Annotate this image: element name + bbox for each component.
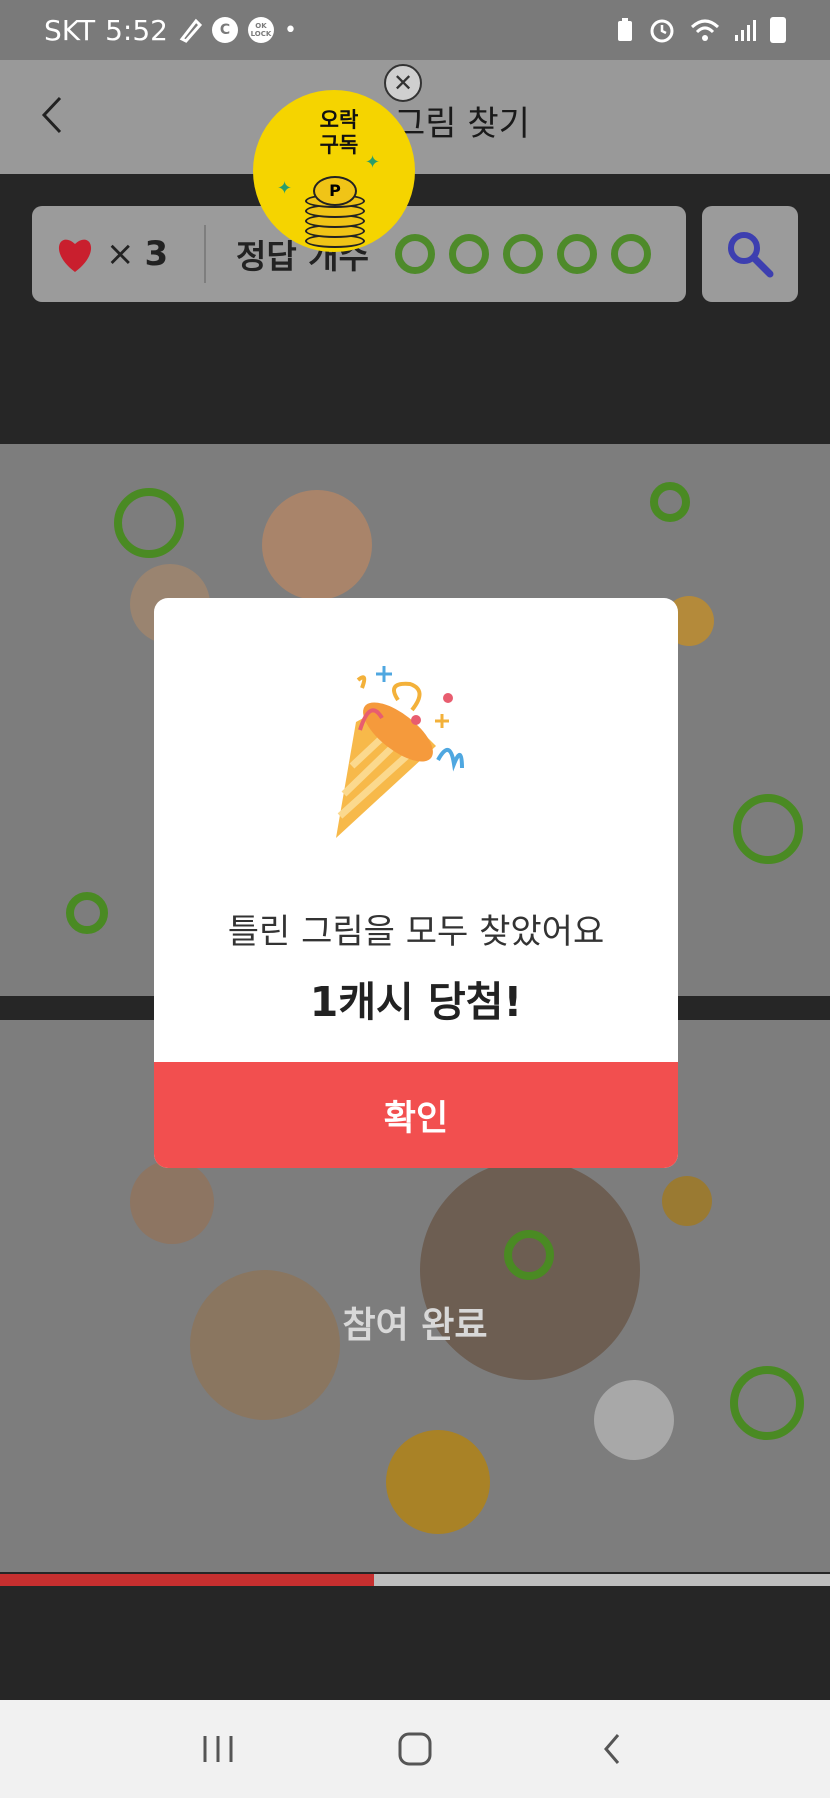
recent-apps-button[interactable] xyxy=(188,1719,248,1779)
status-bar: SKT 5:52 C OK LOCK • xyxy=(0,0,830,60)
answer-circle xyxy=(502,234,543,274)
found-marker xyxy=(650,482,690,522)
status-time: 5:52 xyxy=(105,13,168,47)
heart-icon xyxy=(58,239,92,272)
sparkle-icon: ✦ xyxy=(277,178,293,199)
oklock-icon: OK LOCK xyxy=(247,17,274,43)
answer-circle xyxy=(448,234,489,274)
found-marker xyxy=(733,794,803,864)
home-button[interactable] xyxy=(385,1719,445,1779)
found-marker xyxy=(504,1230,554,1280)
alarm-icon xyxy=(650,19,674,43)
c-circle-icon: C xyxy=(211,17,238,43)
answer-circle xyxy=(394,234,435,274)
found-marker xyxy=(66,892,108,934)
home-icon xyxy=(398,1732,432,1766)
promo-close-button[interactable]: ✕ xyxy=(384,64,422,102)
juice-glass-image xyxy=(386,1430,490,1534)
dialog-message: 틀린 그림을 모두 찾았어요 xyxy=(227,912,605,952)
chevron-left-icon xyxy=(41,96,62,134)
confirm-button[interactable]: 확인 xyxy=(154,1062,678,1168)
battery-icon xyxy=(770,17,786,43)
promo-text: 오락 구독 xyxy=(319,108,359,157)
page-title: 그림 찾기 xyxy=(394,104,530,144)
back-icon xyxy=(603,1734,619,1764)
battery-saver-icon xyxy=(618,18,632,41)
lives-count: 3 xyxy=(144,234,169,274)
recent-apps-icon xyxy=(203,1736,233,1762)
dot-icon: • xyxy=(283,17,297,43)
result-dialog: 틀린 그림을 모두 찾았어요 1캐시 당첨! 확인 xyxy=(154,598,678,1168)
dialog-prize: 1캐시 당첨! xyxy=(309,978,523,1026)
progress-fill xyxy=(0,1574,374,1586)
progress-bar xyxy=(0,1574,830,1586)
lives-multiplier: × xyxy=(106,234,135,274)
sparkle-icon: ✦ xyxy=(365,152,381,173)
carrier-label: SKT xyxy=(44,13,96,47)
back-button[interactable] xyxy=(30,90,80,140)
apricot-bowl-image xyxy=(262,490,372,600)
wifi-icon xyxy=(690,19,720,41)
toolbar-divider xyxy=(204,225,206,283)
mozzarella-bowl-image xyxy=(594,1380,674,1460)
party-popper-icon xyxy=(336,666,464,838)
close-circle-icon: ✕ xyxy=(392,69,414,97)
edit-icon xyxy=(179,18,202,43)
coin-letter: P xyxy=(313,176,357,206)
system-back-button[interactable] xyxy=(582,1719,642,1779)
answer-circles xyxy=(394,234,651,274)
hint-search-button[interactable] xyxy=(702,206,798,302)
answer-circle xyxy=(610,234,651,274)
status-left: SKT 5:52 C OK LOCK • xyxy=(44,14,297,47)
status-right xyxy=(616,16,786,44)
found-marker xyxy=(114,488,184,558)
lives: × 3 xyxy=(32,234,204,274)
completed-text: 참여 완료 xyxy=(342,1305,488,1346)
search-icon xyxy=(728,232,774,278)
system-nav-bar xyxy=(0,1700,830,1798)
answer-circle xyxy=(556,234,597,274)
signal-icon xyxy=(735,20,756,41)
found-marker xyxy=(730,1366,804,1440)
coin-stack-icon: P xyxy=(305,176,365,250)
promo-sticker[interactable]: 오락 구독 ✦ ✦ P xyxy=(253,90,415,252)
apricot-image xyxy=(662,1176,712,1226)
nuts-bowl-image xyxy=(130,1160,214,1244)
